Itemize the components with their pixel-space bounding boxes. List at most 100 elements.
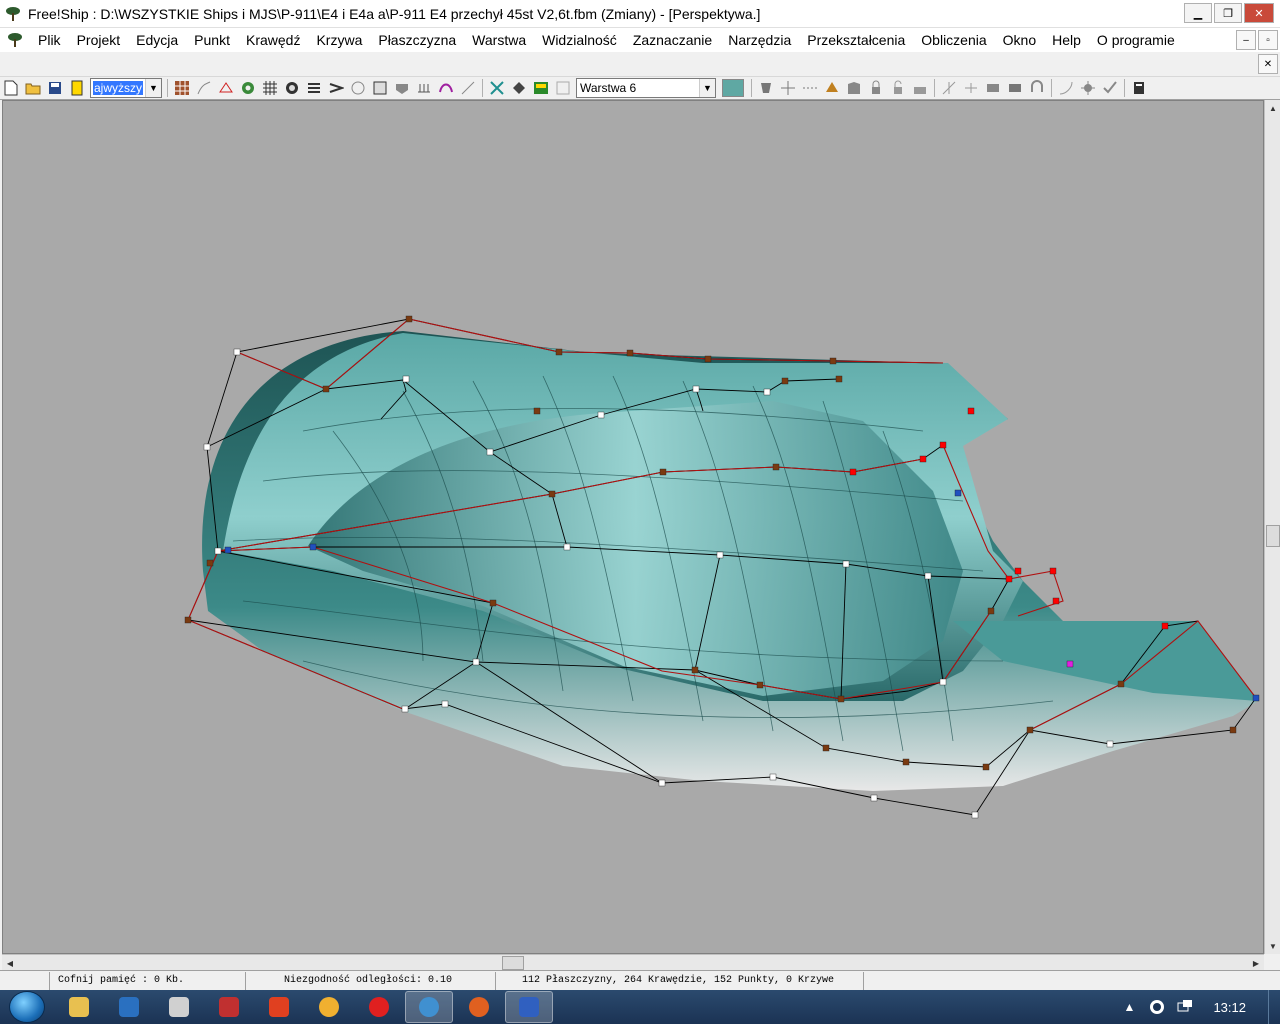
crease-point[interactable] [835, 375, 843, 383]
new-file-icon[interactable] [2, 79, 20, 97]
menu-zaznaczanie[interactable]: Zaznaczanie [625, 28, 720, 52]
taskbar-firefox[interactable] [455, 991, 503, 1023]
grid-icon[interactable] [261, 79, 279, 97]
perspective-viewport[interactable] [2, 100, 1264, 954]
crease-point[interactable] [837, 695, 845, 703]
control-point[interactable] [939, 678, 947, 686]
control-point[interactable] [716, 551, 724, 559]
menu-projekt[interactable]: Projekt [69, 28, 129, 52]
menu-o-programie[interactable]: O programie [1089, 28, 1183, 52]
selected-point[interactable] [1005, 575, 1013, 583]
buttocks-icon[interactable] [327, 79, 345, 97]
crease-point[interactable] [489, 599, 497, 607]
check-icon[interactable] [1101, 79, 1119, 97]
zebra-icon[interactable] [532, 79, 550, 97]
restore-button[interactable]: ❐ [1214, 3, 1242, 23]
extrude-icon[interactable] [845, 79, 863, 97]
open-folder-icon[interactable] [24, 79, 42, 97]
menu-przeksztalcenia[interactable]: Przekształcenia [799, 28, 913, 52]
wheel-icon[interactable] [283, 79, 301, 97]
control-point[interactable] [486, 448, 494, 456]
selected-point[interactable] [919, 455, 927, 463]
menu-warstwa[interactable]: Warstwa [464, 28, 534, 52]
curvature-icon[interactable] [217, 79, 235, 97]
control-point[interactable] [203, 443, 211, 451]
crease-point[interactable] [902, 758, 910, 766]
crease-point[interactable] [772, 463, 780, 471]
chevron-down-icon[interactable]: ▼ [145, 79, 161, 97]
scroll-right-icon[interactable]: ▶ [1248, 955, 1264, 971]
tray-app-icon[interactable] [1148, 998, 1166, 1016]
corner-point[interactable] [309, 543, 317, 551]
crease-point[interactable] [982, 763, 990, 771]
curves-icon[interactable] [437, 79, 455, 97]
taskbar-blue-app[interactable] [505, 991, 553, 1023]
control-point[interactable] [842, 560, 850, 568]
control-point[interactable] [233, 348, 241, 356]
settings-icon[interactable] [1079, 79, 1097, 97]
control-point[interactable] [214, 547, 222, 555]
taskbar-explorer[interactable] [55, 991, 103, 1023]
control-point[interactable] [658, 779, 666, 787]
taskbar-calc[interactable] [155, 991, 203, 1023]
hull-icon[interactable] [757, 79, 775, 97]
normals-icon[interactable] [488, 79, 506, 97]
flowlines-icon[interactable] [415, 79, 433, 97]
taskbar-freeship[interactable] [405, 991, 453, 1023]
crease-point[interactable] [822, 744, 830, 752]
network-icon[interactable] [1176, 998, 1194, 1016]
collapse-icon[interactable] [1006, 79, 1024, 97]
shade-mode-icon[interactable] [510, 79, 528, 97]
interior-edges-icon[interactable] [195, 79, 213, 97]
taskbar-chrome[interactable] [305, 991, 353, 1023]
new-edge-icon[interactable] [801, 79, 819, 97]
show-desktop-button[interactable] [1268, 990, 1280, 1024]
crease-point[interactable] [829, 357, 837, 365]
intersect-icon[interactable] [940, 79, 958, 97]
chevron-down-icon[interactable]: ▼ [699, 79, 715, 97]
scroll-down-icon[interactable]: ▼ [1265, 938, 1280, 954]
crease-point[interactable] [533, 407, 541, 415]
control-point[interactable] [1106, 740, 1114, 748]
hull-shading-icon[interactable] [393, 79, 411, 97]
control-point[interactable] [971, 811, 979, 819]
precision-select[interactable]: ajwyższy ▼ [90, 78, 162, 98]
menu-narzedzia[interactable]: Narzędzia [720, 28, 799, 52]
control-point[interactable] [441, 700, 449, 708]
lock-icon[interactable] [867, 79, 885, 97]
taskbar-clock[interactable]: 13:12 [1213, 1000, 1246, 1015]
save-icon[interactable] [46, 79, 64, 97]
control-point[interactable] [472, 658, 480, 666]
curve-icon[interactable] [1057, 79, 1075, 97]
control-point[interactable] [692, 385, 700, 393]
control-point[interactable] [870, 794, 878, 802]
control-net-icon[interactable] [173, 79, 191, 97]
crease-point[interactable] [405, 315, 413, 323]
markers-icon[interactable] [459, 79, 477, 97]
corner-point[interactable] [224, 546, 232, 554]
unlock-icon[interactable] [889, 79, 907, 97]
split-icon[interactable] [962, 79, 980, 97]
lifebuoy-icon[interactable] [239, 79, 257, 97]
new-face-icon[interactable] [823, 79, 841, 97]
crease-point[interactable] [781, 377, 789, 385]
menu-help[interactable]: Help [1044, 28, 1089, 52]
mdi-minimize-button[interactable]: – [1236, 30, 1256, 50]
menu-okno[interactable]: Okno [995, 28, 1044, 52]
scroll-up-icon[interactable]: ▲ [1265, 100, 1280, 116]
control-point[interactable] [597, 411, 605, 419]
rotate-icon[interactable] [1028, 79, 1046, 97]
control-point[interactable] [401, 705, 409, 713]
taskbar-defender[interactable] [105, 991, 153, 1023]
menu-plaszczyzna[interactable]: Płaszczyzna [370, 28, 464, 52]
stations-icon[interactable] [305, 79, 323, 97]
export-icon[interactable] [68, 79, 86, 97]
layer-color-swatch[interactable] [722, 79, 744, 97]
waterlines-icon[interactable] [349, 79, 367, 97]
horizontal-scrollbar[interactable]: ◀ ▶ [2, 954, 1264, 970]
crease-point[interactable] [691, 666, 699, 674]
layer-select[interactable]: Warstwa 6 ▼ [576, 78, 716, 98]
crease-point[interactable] [756, 681, 764, 689]
scroll-left-icon[interactable]: ◀ [2, 955, 18, 971]
crease-point[interactable] [659, 468, 667, 476]
